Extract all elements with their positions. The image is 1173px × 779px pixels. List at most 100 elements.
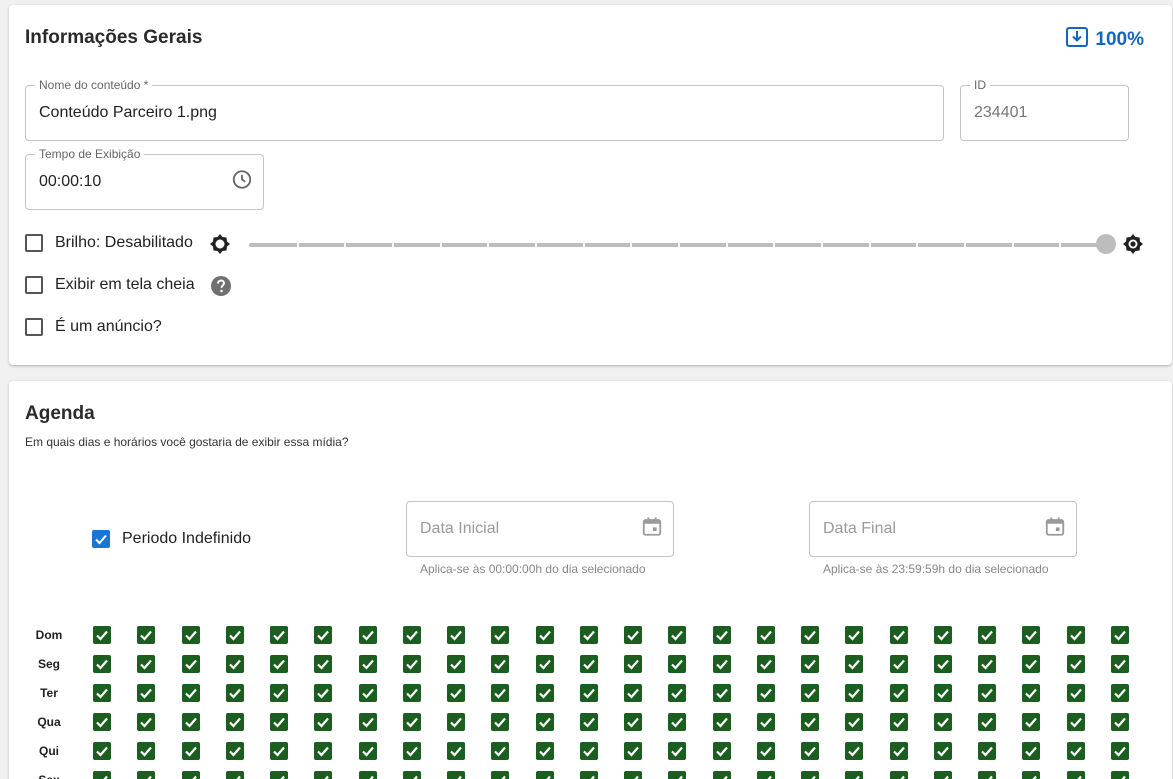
hour-checkbox[interactable] — [314, 684, 333, 702]
hour-checkbox[interactable] — [491, 626, 510, 644]
hour-checkbox[interactable] — [314, 626, 333, 644]
display-time-input[interactable]: 00:00:10 — [39, 173, 101, 191]
hour-checkbox[interactable] — [447, 713, 465, 731]
hour-checkbox[interactable] — [1066, 771, 1085, 779]
fullscreen-checkbox[interactable] — [25, 276, 43, 294]
hour-checkbox[interactable] — [535, 626, 554, 644]
hour-checkbox[interactable] — [491, 713, 510, 731]
hour-checkbox[interactable] — [270, 771, 288, 779]
hour-checkbox[interactable] — [624, 713, 642, 731]
hour-checkbox[interactable] — [712, 742, 731, 760]
hour-checkbox[interactable] — [535, 713, 554, 731]
hour-checkbox[interactable] — [1022, 713, 1041, 731]
hour-checkbox[interactable] — [1066, 684, 1085, 702]
content-name-field[interactable]: Nome do conteúdo * Conteúdo Parceiro 1.p… — [25, 78, 944, 141]
hour-checkbox[interactable] — [801, 771, 819, 779]
hour-checkbox[interactable] — [1022, 771, 1041, 779]
hour-checkbox[interactable] — [314, 655, 333, 673]
hour-checkbox[interactable] — [137, 655, 156, 673]
hour-checkbox[interactable] — [447, 655, 465, 673]
hour-checkbox[interactable] — [889, 742, 908, 760]
hour-checkbox[interactable] — [933, 655, 952, 673]
hour-checkbox[interactable] — [933, 742, 952, 760]
ad-checkbox[interactable] — [25, 318, 43, 336]
hour-checkbox[interactable] — [889, 655, 908, 673]
hour-checkbox[interactable] — [845, 713, 864, 731]
hour-checkbox[interactable] — [756, 655, 775, 673]
hour-checkbox[interactable] — [535, 771, 554, 779]
hour-checkbox[interactable] — [535, 684, 554, 702]
hour-checkbox[interactable] — [579, 684, 598, 702]
hour-checkbox[interactable] — [358, 771, 377, 779]
hour-checkbox[interactable] — [1110, 655, 1129, 673]
hour-checkbox[interactable] — [270, 655, 288, 673]
hour-checkbox[interactable] — [845, 684, 864, 702]
hour-checkbox[interactable] — [933, 684, 952, 702]
hour-checkbox[interactable] — [93, 713, 111, 731]
hour-checkbox[interactable] — [181, 626, 200, 644]
brightness-slider[interactable] — [249, 243, 1107, 247]
hour-checkbox[interactable] — [137, 626, 156, 644]
hour-checkbox[interactable] — [270, 684, 288, 702]
hour-checkbox[interactable] — [314, 713, 333, 731]
brightness-checkbox[interactable] — [25, 234, 43, 252]
brightness-slider-thumb[interactable] — [1096, 234, 1116, 254]
hour-checkbox[interactable] — [447, 771, 465, 779]
hour-checkbox[interactable] — [978, 742, 996, 760]
hour-checkbox[interactable] — [1022, 626, 1041, 644]
hour-checkbox[interactable] — [402, 771, 421, 779]
hour-checkbox[interactable] — [225, 771, 244, 779]
hour-checkbox[interactable] — [668, 713, 687, 731]
hour-checkbox[interactable] — [93, 771, 111, 779]
hour-checkbox[interactable] — [889, 684, 908, 702]
hour-checkbox[interactable] — [668, 771, 687, 779]
hour-checkbox[interactable] — [756, 684, 775, 702]
hour-checkbox[interactable] — [845, 771, 864, 779]
hour-checkbox[interactable] — [1066, 655, 1085, 673]
hour-checkbox[interactable] — [181, 742, 200, 760]
hour-checkbox[interactable] — [270, 742, 288, 760]
undefined-period-row[interactable]: Periodo Indefinido — [92, 530, 251, 548]
brightness-checkbox-row[interactable]: Brilho: Desabilitado — [25, 234, 193, 252]
hour-checkbox[interactable] — [889, 771, 908, 779]
hour-checkbox[interactable] — [712, 771, 731, 779]
hour-checkbox[interactable] — [933, 626, 952, 644]
hour-checkbox[interactable] — [756, 713, 775, 731]
hour-checkbox[interactable] — [845, 742, 864, 760]
hour-checkbox[interactable] — [889, 626, 908, 644]
hour-checkbox[interactable] — [1110, 771, 1129, 779]
start-date-field[interactable]: Data Inicial — [406, 501, 674, 557]
hour-checkbox[interactable] — [225, 742, 244, 760]
hour-checkbox[interactable] — [491, 742, 510, 760]
hour-checkbox[interactable] — [712, 626, 731, 644]
end-date-input[interactable]: Data Final — [823, 520, 896, 538]
hour-checkbox[interactable] — [624, 742, 642, 760]
hour-checkbox[interactable] — [181, 655, 200, 673]
hour-checkbox[interactable] — [1066, 713, 1085, 731]
hour-checkbox[interactable] — [933, 771, 952, 779]
hour-checkbox[interactable] — [756, 771, 775, 779]
fullscreen-checkbox-row[interactable]: Exibir em tela cheia — [25, 276, 195, 294]
hour-checkbox[interactable] — [137, 742, 156, 760]
content-name-input[interactable]: Conteúdo Parceiro 1.png — [39, 104, 217, 122]
hour-checkbox[interactable] — [447, 684, 465, 702]
hour-checkbox[interactable] — [402, 742, 421, 760]
hour-checkbox[interactable] — [978, 771, 996, 779]
hour-checkbox[interactable] — [801, 626, 819, 644]
hour-checkbox[interactable] — [579, 713, 598, 731]
calendar-icon[interactable] — [1044, 516, 1066, 543]
hour-checkbox[interactable] — [624, 655, 642, 673]
hour-checkbox[interactable] — [579, 655, 598, 673]
hour-checkbox[interactable] — [1022, 655, 1041, 673]
hour-checkbox[interactable] — [978, 713, 996, 731]
help-icon[interactable] — [210, 275, 232, 302]
hour-checkbox[interactable] — [1110, 684, 1129, 702]
display-time-field[interactable]: Tempo de Exibição 00:00:10 — [25, 147, 264, 210]
hour-checkbox[interactable] — [447, 626, 465, 644]
hour-checkbox[interactable] — [756, 626, 775, 644]
hour-checkbox[interactable] — [181, 684, 200, 702]
hour-checkbox[interactable] — [402, 713, 421, 731]
hour-checkbox[interactable] — [93, 626, 111, 644]
hour-checkbox[interactable] — [535, 655, 554, 673]
hour-checkbox[interactable] — [270, 626, 288, 644]
